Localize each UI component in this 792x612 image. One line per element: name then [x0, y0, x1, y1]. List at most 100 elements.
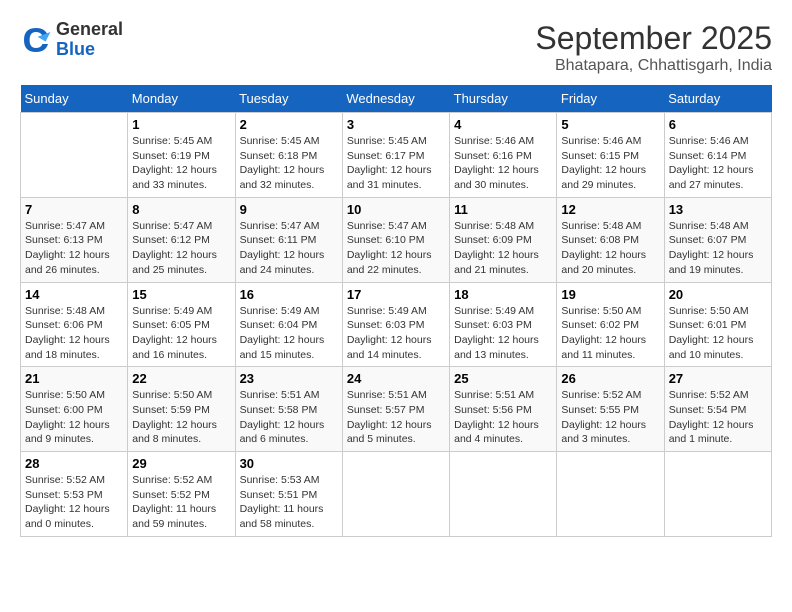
- day-number: 21: [25, 371, 123, 386]
- day-info: Sunrise: 5:48 AM Sunset: 6:06 PM Dayligh…: [25, 304, 123, 363]
- calendar-day-cell: 10 Sunrise: 5:47 AM Sunset: 6:10 PM Dayli…: [342, 197, 449, 282]
- day-info: Sunrise: 5:48 AM Sunset: 6:07 PM Dayligh…: [669, 219, 767, 278]
- day-info: Sunrise: 5:45 AM Sunset: 6:17 PM Dayligh…: [347, 134, 445, 193]
- calendar-day-cell: 4 Sunrise: 5:46 AM Sunset: 6:16 PM Daylig…: [450, 113, 557, 198]
- calendar-day-cell: 1 Sunrise: 5:45 AM Sunset: 6:19 PM Daylig…: [128, 113, 235, 198]
- day-number: 22: [132, 371, 230, 386]
- header-sunday: Sunday: [21, 85, 128, 113]
- day-info: Sunrise: 5:49 AM Sunset: 6:03 PM Dayligh…: [347, 304, 445, 363]
- day-number: 8: [132, 202, 230, 217]
- day-number: 10: [347, 202, 445, 217]
- logo-icon: [20, 24, 52, 56]
- location: Bhatapara, Chhattisgarh, India: [535, 57, 772, 75]
- header-friday: Friday: [557, 85, 664, 113]
- day-info: Sunrise: 5:51 AM Sunset: 5:57 PM Dayligh…: [347, 388, 445, 447]
- day-number: 1: [132, 117, 230, 132]
- day-info: Sunrise: 5:47 AM Sunset: 6:10 PM Dayligh…: [347, 219, 445, 278]
- calendar-table: Sunday Monday Tuesday Wednesday Thursday…: [20, 85, 772, 537]
- calendar-day-cell: 6 Sunrise: 5:46 AM Sunset: 6:14 PM Daylig…: [664, 113, 771, 198]
- calendar-day-cell: [557, 452, 664, 537]
- day-info: Sunrise: 5:48 AM Sunset: 6:08 PM Dayligh…: [561, 219, 659, 278]
- calendar-week-row: 28 Sunrise: 5:52 AM Sunset: 5:53 PM Dayli…: [21, 452, 772, 537]
- day-number: 4: [454, 117, 552, 132]
- day-info: Sunrise: 5:49 AM Sunset: 6:04 PM Dayligh…: [240, 304, 338, 363]
- month-title: September 2025: [535, 20, 772, 57]
- day-number: 16: [240, 287, 338, 302]
- day-number: 27: [669, 371, 767, 386]
- calendar-day-cell: 30 Sunrise: 5:53 AM Sunset: 5:51 PM Dayli…: [235, 452, 342, 537]
- calendar-day-cell: 26Sunrise: 5:52 AM Sunset: 5:55 PM Dayli…: [557, 367, 664, 452]
- header-thursday: Thursday: [450, 85, 557, 113]
- calendar-day-cell: [21, 113, 128, 198]
- calendar-day-cell: 20 Sunrise: 5:50 AM Sunset: 6:01 PM Dayli…: [664, 282, 771, 367]
- day-number: 6: [669, 117, 767, 132]
- calendar-header-row: Sunday Monday Tuesday Wednesday Thursday…: [21, 85, 772, 113]
- calendar-day-cell: 22Sunrise: 5:50 AM Sunset: 5:59 PM Dayli…: [128, 367, 235, 452]
- day-number: 20: [669, 287, 767, 302]
- day-number: 28: [25, 456, 123, 471]
- calendar-day-cell: 11Sunrise: 5:48 AM Sunset: 6:09 PM Dayli…: [450, 197, 557, 282]
- day-number: 18: [454, 287, 552, 302]
- day-info: Sunrise: 5:52 AM Sunset: 5:55 PM Dayligh…: [561, 388, 659, 447]
- calendar-day-cell: 9 Sunrise: 5:47 AM Sunset: 6:11 PM Daylig…: [235, 197, 342, 282]
- day-number: 12: [561, 202, 659, 217]
- day-info: Sunrise: 5:52 AM Sunset: 5:53 PM Dayligh…: [25, 473, 123, 532]
- day-info: Sunrise: 5:52 AM Sunset: 5:52 PM Dayligh…: [132, 473, 230, 532]
- day-number: 15: [132, 287, 230, 302]
- day-info: Sunrise: 5:49 AM Sunset: 6:05 PM Dayligh…: [132, 304, 230, 363]
- calendar-day-cell: 2Sunrise: 5:45 AM Sunset: 6:18 PM Daylig…: [235, 113, 342, 198]
- header-saturday: Saturday: [664, 85, 771, 113]
- header-wednesday: Wednesday: [342, 85, 449, 113]
- calendar-day-cell: 18 Sunrise: 5:49 AM Sunset: 6:03 PM Dayli…: [450, 282, 557, 367]
- calendar-day-cell: 5Sunrise: 5:46 AM Sunset: 6:15 PM Daylig…: [557, 113, 664, 198]
- day-info: Sunrise: 5:53 AM Sunset: 5:51 PM Dayligh…: [240, 473, 338, 532]
- day-info: Sunrise: 5:45 AM Sunset: 6:19 PM Dayligh…: [132, 134, 230, 193]
- calendar-week-row: 1 Sunrise: 5:45 AM Sunset: 6:19 PM Daylig…: [21, 113, 772, 198]
- calendar-day-cell: 12 Sunrise: 5:48 AM Sunset: 6:08 PM Dayli…: [557, 197, 664, 282]
- day-info: Sunrise: 5:46 AM Sunset: 6:16 PM Dayligh…: [454, 134, 552, 193]
- day-info: Sunrise: 5:51 AM Sunset: 5:58 PM Dayligh…: [240, 388, 338, 447]
- day-info: Sunrise: 5:49 AM Sunset: 6:03 PM Dayligh…: [454, 304, 552, 363]
- day-info: Sunrise: 5:46 AM Sunset: 6:14 PM Dayligh…: [669, 134, 767, 193]
- day-info: Sunrise: 5:47 AM Sunset: 6:11 PM Dayligh…: [240, 219, 338, 278]
- day-number: 5: [561, 117, 659, 132]
- header-tuesday: Tuesday: [235, 85, 342, 113]
- day-info: Sunrise: 5:50 AM Sunset: 6:01 PM Dayligh…: [669, 304, 767, 363]
- calendar-day-cell: 28 Sunrise: 5:52 AM Sunset: 5:53 PM Dayli…: [21, 452, 128, 537]
- calendar-day-cell: 14 Sunrise: 5:48 AM Sunset: 6:06 PM Dayli…: [21, 282, 128, 367]
- day-number: 19: [561, 287, 659, 302]
- calendar-day-cell: 8Sunrise: 5:47 AM Sunset: 6:12 PM Daylig…: [128, 197, 235, 282]
- logo: General Blue: [20, 20, 123, 60]
- calendar-day-cell: 24 Sunrise: 5:51 AM Sunset: 5:57 PM Dayli…: [342, 367, 449, 452]
- calendar-day-cell: 3 Sunrise: 5:45 AM Sunset: 6:17 PM Daylig…: [342, 113, 449, 198]
- logo-text: General Blue: [56, 20, 123, 60]
- calendar-day-cell: [664, 452, 771, 537]
- calendar-day-cell: 29Sunrise: 5:52 AM Sunset: 5:52 PM Dayli…: [128, 452, 235, 537]
- calendar-day-cell: 15 Sunrise: 5:49 AM Sunset: 6:05 PM Dayli…: [128, 282, 235, 367]
- calendar-day-cell: [342, 452, 449, 537]
- page-header: General Blue September 2025 Bhatapara, C…: [20, 20, 772, 75]
- calendar-week-row: 21Sunrise: 5:50 AM Sunset: 6:00 PM Dayli…: [21, 367, 772, 452]
- day-number: 24: [347, 371, 445, 386]
- header-monday: Monday: [128, 85, 235, 113]
- title-block: September 2025 Bhatapara, Chhattisgarh, …: [535, 20, 772, 75]
- calendar-day-cell: 23Sunrise: 5:51 AM Sunset: 5:58 PM Dayli…: [235, 367, 342, 452]
- day-info: Sunrise: 5:51 AM Sunset: 5:56 PM Dayligh…: [454, 388, 552, 447]
- day-info: Sunrise: 5:52 AM Sunset: 5:54 PM Dayligh…: [669, 388, 767, 447]
- day-number: 30: [240, 456, 338, 471]
- calendar-day-cell: 19 Sunrise: 5:50 AM Sunset: 6:02 PM Dayli…: [557, 282, 664, 367]
- day-number: 9: [240, 202, 338, 217]
- calendar-day-cell: 13 Sunrise: 5:48 AM Sunset: 6:07 PM Dayli…: [664, 197, 771, 282]
- day-info: Sunrise: 5:45 AM Sunset: 6:18 PM Dayligh…: [240, 134, 338, 193]
- day-number: 3: [347, 117, 445, 132]
- day-info: Sunrise: 5:50 AM Sunset: 6:02 PM Dayligh…: [561, 304, 659, 363]
- day-number: 14: [25, 287, 123, 302]
- day-info: Sunrise: 5:47 AM Sunset: 6:13 PM Dayligh…: [25, 219, 123, 278]
- calendar-day-cell: 21Sunrise: 5:50 AM Sunset: 6:00 PM Dayli…: [21, 367, 128, 452]
- calendar-day-cell: 16 Sunrise: 5:49 AM Sunset: 6:04 PM Dayli…: [235, 282, 342, 367]
- calendar-day-cell: 17 Sunrise: 5:49 AM Sunset: 6:03 PM Dayli…: [342, 282, 449, 367]
- calendar-week-row: 14 Sunrise: 5:48 AM Sunset: 6:06 PM Dayli…: [21, 282, 772, 367]
- day-number: 17: [347, 287, 445, 302]
- day-number: 13: [669, 202, 767, 217]
- calendar-week-row: 7Sunrise: 5:47 AM Sunset: 6:13 PM Daylig…: [21, 197, 772, 282]
